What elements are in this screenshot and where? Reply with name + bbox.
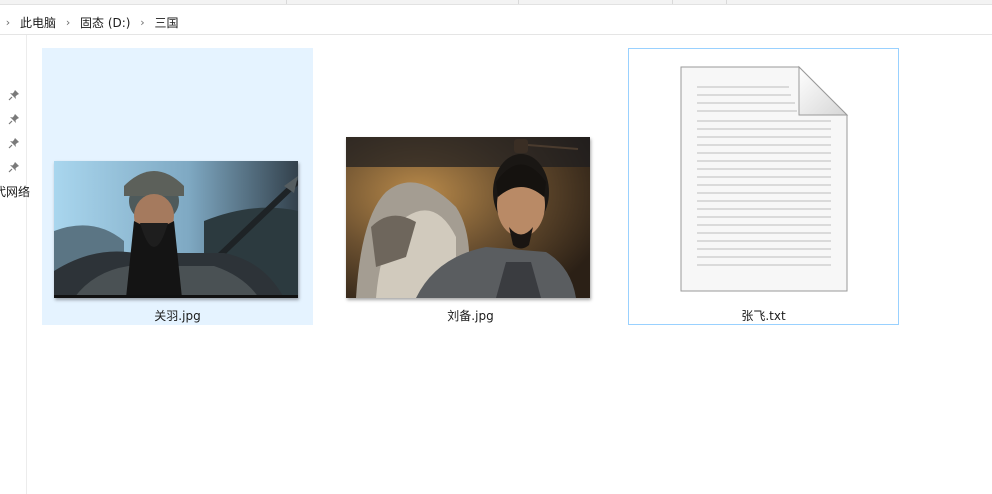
- file-name[interactable]: 刘备.jpg: [336, 307, 605, 324]
- pin-icon[interactable]: [8, 113, 20, 125]
- nav-item-network[interactable]: 代网络: [0, 183, 30, 200]
- pin-icon[interactable]: [8, 89, 20, 101]
- breadcrumb-drive-d[interactable]: 固态 (D:): [76, 14, 134, 31]
- address-bar[interactable]: › 此电脑 › 固态 (D:) › 三国: [0, 10, 992, 35]
- file-tile-guanyu[interactable]: 关羽.jpg: [42, 48, 313, 325]
- image-thumbnail: [346, 137, 590, 298]
- file-name[interactable]: 关羽.jpg: [43, 307, 312, 324]
- top-strip: [0, 0, 992, 5]
- text-document-icon: [680, 65, 849, 292]
- chevron-right-icon[interactable]: ›: [0, 16, 16, 29]
- file-tile-zhangfei[interactable]: 张飞.txt: [628, 48, 899, 325]
- breadcrumb-folder[interactable]: 三国: [150, 14, 182, 31]
- navigation-pane[interactable]: 代网络: [0, 35, 30, 494]
- pin-icon[interactable]: [8, 161, 20, 173]
- image-thumbnail: [54, 161, 298, 298]
- file-tile-liubei[interactable]: 刘备.jpg: [335, 48, 606, 325]
- chevron-right-icon[interactable]: ›: [60, 16, 76, 29]
- breadcrumb-this-pc[interactable]: 此电脑: [16, 14, 60, 31]
- chevron-right-icon[interactable]: ›: [134, 16, 150, 29]
- pin-icon[interactable]: [8, 137, 20, 149]
- file-name[interactable]: 张飞.txt: [629, 307, 898, 324]
